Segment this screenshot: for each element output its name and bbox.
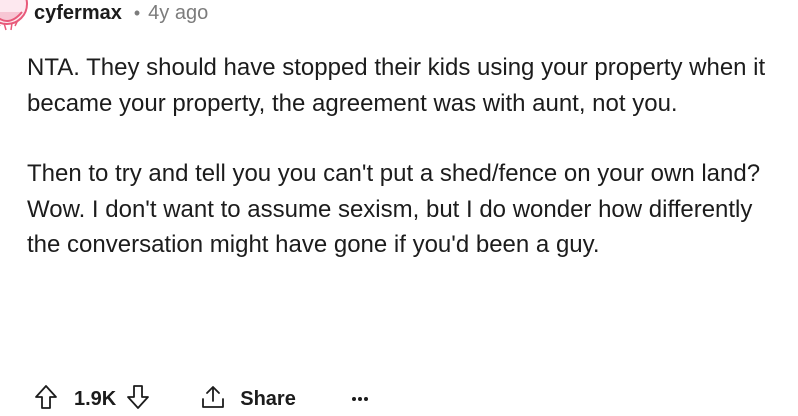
comment: cyfermax • 4y ago NTA. They should have … — [0, 0, 798, 413]
more-options-button[interactable] — [348, 387, 372, 411]
more-options-icon-dot — [357, 397, 362, 401]
share-button[interactable]: Share — [200, 384, 296, 415]
share-label: Share — [240, 387, 296, 410]
upvote-arrow-icon — [34, 384, 58, 415]
vote-score: 1.9K — [74, 387, 117, 410]
meta-separator: • — [133, 2, 141, 23]
upvote-button[interactable] — [32, 383, 60, 415]
author-username[interactable]: cyfermax — [34, 2, 122, 25]
share-icon — [200, 384, 226, 415]
comment-paragraph: Then to try and tell you you can't put a… — [27, 160, 761, 258]
more-options-icon-dot — [351, 397, 356, 401]
downvote-button[interactable] — [124, 383, 152, 415]
comment-actions: 1.9K Share — [32, 382, 372, 416]
avatar[interactable] — [0, 0, 28, 34]
more-options-icon-dot — [363, 397, 368, 401]
downvote-arrow-icon — [126, 384, 150, 415]
comment-paragraph: NTA. They should have stopped their kids… — [27, 54, 766, 117]
comment-meta: cyfermax • 4y ago — [34, 0, 208, 26]
comment-body: NTA. They should have stopped their kids… — [27, 50, 792, 263]
comment-timestamp: 4y ago — [148, 1, 209, 24]
